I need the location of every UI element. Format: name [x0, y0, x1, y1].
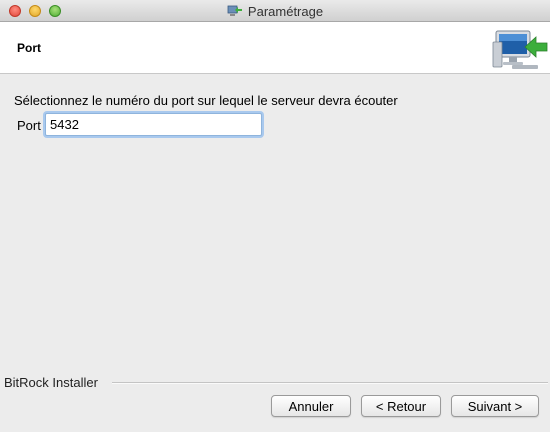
page-header: Port [0, 22, 550, 74]
installer-brand-label: BitRock Installer [4, 375, 98, 390]
installer-computer-icon [492, 30, 548, 69]
cancel-button[interactable]: Annuler [271, 395, 351, 417]
window-title: Paramétrage [247, 3, 324, 19]
port-label: Port [17, 118, 41, 133]
footer-divider [112, 382, 548, 384]
back-button[interactable]: < Retour [361, 395, 441, 417]
port-input[interactable] [45, 113, 262, 136]
port-instruction-text: Sélectionnez le numéro du port sur leque… [14, 93, 398, 108]
installer-window: Paramétrage Port Sélectionnez le numéro … [0, 0, 550, 432]
next-button[interactable]: Suivant > [451, 395, 539, 417]
window-title-group: Paramétrage [0, 0, 550, 22]
installer-app-icon [227, 5, 242, 16]
title-bar: Paramétrage [0, 0, 550, 22]
page-title: Port [17, 41, 41, 55]
